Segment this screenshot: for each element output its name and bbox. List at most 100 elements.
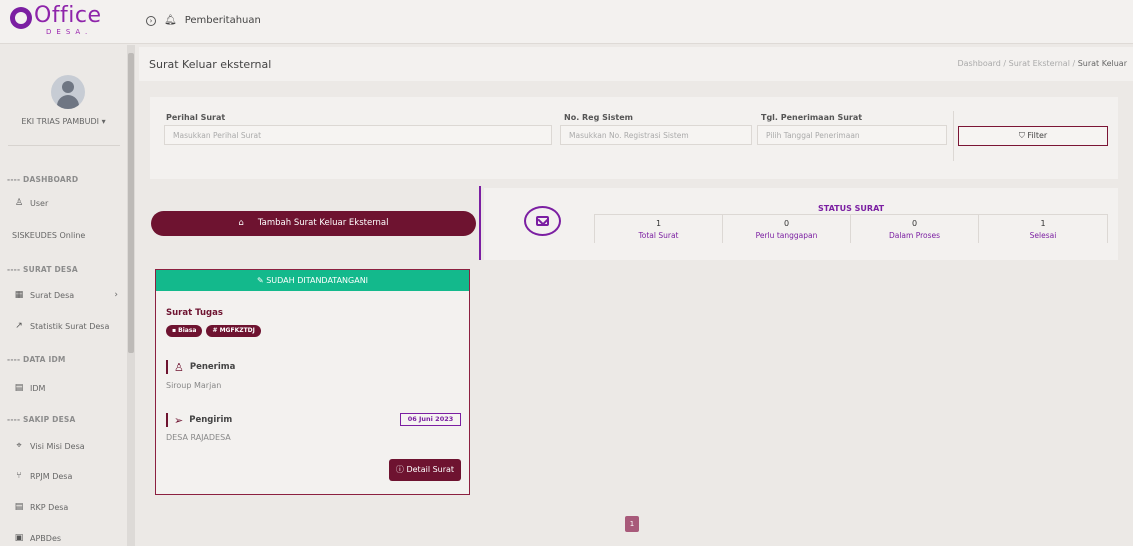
pengirim-value: DESA RAJADESA (166, 433, 231, 442)
perihal-input[interactable]: Masukkan Perihal Surat (164, 125, 552, 145)
breadcrumb-eksternal[interactable]: Surat Eksternal (1009, 59, 1070, 68)
user-icon: ♙ (14, 198, 24, 208)
logo-word: Office (34, 3, 102, 28)
filter-button[interactable]: ⛉ Filter (958, 126, 1108, 146)
branch-icon: ⑂ (16, 471, 22, 481)
logo-sub: DESA. (46, 28, 93, 36)
sidebar-section-data-idm: ---- DATA IDM (7, 355, 66, 364)
sidebar-item-label: APBDes (30, 533, 62, 543)
sidebar-item-label: Visi Misi Desa (30, 441, 85, 451)
sidebar-item-label: RKP Desa (30, 502, 69, 512)
status-count: 1 (655, 219, 662, 228)
add-surat-button[interactable]: ⌂ Tambah Surat Keluar Eksternal (151, 211, 476, 236)
vertical-divider (479, 186, 481, 260)
sidebar-item-label: RPJM Desa (30, 471, 73, 481)
tgl-input[interactable]: Pilih Tanggal Penerimaan (757, 125, 947, 145)
status-label: Total Surat (638, 231, 679, 240)
sidebar-item-siskeudes[interactable]: SISKEUDES Online (12, 231, 122, 240)
date-badge: 06 Juni 2023 (400, 413, 461, 426)
penerima-label: Penerima (189, 362, 236, 372)
status-count: 0 (911, 219, 918, 228)
crosshair-icon: ⌖ (16, 441, 22, 451)
document-icon: ▤ (14, 502, 24, 512)
status-total: 1 Total Surat (594, 215, 722, 243)
user-menu[interactable]: EKI TRIAS PAMBUDI ▾ (0, 117, 127, 126)
sidebar-item-label: IDM (30, 383, 46, 393)
circle-arrow-icon[interactable]: › (146, 15, 156, 26)
sidebar-item-apbdes[interactable]: ▣ APBDes (14, 533, 124, 543)
notifications-link[interactable]: Pemberitahuan (185, 15, 261, 26)
noreg-input[interactable]: Masukkan No. Registrasi Sistem (560, 125, 752, 145)
status-title: STATUS SURAT (818, 204, 885, 213)
pengirim-label: Pengirim (189, 415, 233, 425)
report-icon: ▣ (14, 533, 24, 543)
sidebar-item-idm[interactable]: ▤ IDM (14, 383, 124, 393)
add-surat-label: Tambah Surat Keluar Eksternal (257, 218, 389, 228)
inbox-icon: ⌂ (238, 218, 244, 228)
sidebar-section-dashboard: ---- DASHBOARD (7, 175, 79, 184)
trend-icon: ↗ (15, 321, 23, 331)
sidebar-item-statistik[interactable]: ↗ Statistik Surat Desa (14, 321, 124, 331)
send-icon: ➢ (174, 413, 184, 427)
detail-surat-button[interactable]: ⓘ Detail Surat (389, 459, 461, 481)
info-circle-icon: ⓘ (395, 465, 404, 474)
card-title: Surat Tugas (166, 308, 223, 318)
sidebar-item-rpjm[interactable]: ⑂ RPJM Desa (14, 471, 124, 481)
status-count: 0 (783, 219, 790, 228)
breadcrumb-current: Surat Keluar (1077, 59, 1127, 68)
page-header: Surat Keluar eksternal Dashboard / Surat… (139, 47, 1133, 81)
top-nav: › 🔔︎ Pemberitahuan (146, 15, 261, 26)
top-bar: Office DESA. › 🔔︎ Pemberitahuan (0, 0, 1133, 44)
detail-surat-label: Detail Surat (406, 465, 455, 474)
card-status-header: ✎ SUDAH DITANDATANGANI (156, 270, 469, 291)
perihal-label: Perihal Surat (166, 113, 226, 122)
sidebar-divider (8, 145, 120, 146)
status-count: 1 (1040, 219, 1046, 228)
noreg-label: No. Reg Sistem (564, 113, 633, 122)
sidebar-item-label: User (30, 198, 49, 208)
card-badges: ▪ Biasa # MGFKZTDJ (166, 325, 261, 337)
status-panel: STATUS SURAT 1 Total Surat 0 Perlu tangg… (484, 188, 1118, 260)
chevron-right-icon: › (114, 290, 118, 300)
status-proses: 0 Dalam Proses (850, 215, 978, 243)
sidebar-item-visi-misi[interactable]: ⌖ Visi Misi Desa (14, 441, 124, 451)
status-perlu: 0 Perlu tanggapan (722, 215, 850, 243)
avatar (51, 75, 85, 109)
sidebar: EKI TRIAS PAMBUDI ▾ ---- DASHBOARD ♙ Use… (0, 45, 127, 546)
user-search-icon: ♙ (174, 360, 184, 374)
sidebar-item-label: Statistik Surat Desa (30, 321, 110, 331)
filter-panel: Perihal Surat Masukkan Perihal Surat No.… (150, 97, 1118, 179)
card-status-label: SUDAH DITANDATANGANI (266, 276, 369, 285)
badge-type: ▪ Biasa (166, 325, 203, 337)
document-icon: ▤ (14, 383, 24, 393)
sidebar-item-label: Surat Desa (30, 290, 75, 300)
sidebar-item-rkp[interactable]: ▤ RKP Desa (14, 502, 124, 512)
status-selesai: 1 Selesai (978, 215, 1108, 243)
status-label: Dalam Proses (888, 231, 941, 240)
sidebar-item-surat-desa[interactable]: ▦ Surat Desa › (14, 290, 124, 300)
pengirim-heading: ➢ Pengirim (166, 413, 232, 427)
sidebar-scrollbar[interactable] (127, 45, 135, 546)
filter-button-label: Filter (1027, 131, 1048, 140)
logo-e-icon (10, 7, 32, 29)
tgl-label: Tgl. Penerimaan Surat (761, 113, 863, 122)
mail-icon (524, 206, 561, 236)
office-desa-logo[interactable]: Office DESA. (10, 3, 120, 39)
penerima-heading: ♙ Penerima (166, 360, 235, 374)
sidebar-item-user[interactable]: ♙ User (14, 198, 124, 208)
sidebar-section-sakip-desa: ---- SAKIP DESA (7, 415, 76, 424)
surat-card: ✎ SUDAH DITANDATANGANI Surat Tugas ▪ Bia… (155, 269, 470, 495)
status-label: Perlu tanggapan (755, 231, 818, 240)
sidebar-section-surat-desa: ---- SURAT DESA (7, 265, 78, 274)
breadcrumb: Dashboard / Surat Eksternal / Surat Kelu… (957, 59, 1127, 68)
calendar-icon: ▦ (14, 290, 24, 300)
edit-icon: ✎ (256, 276, 264, 285)
bell-icon[interactable]: 🔔︎ (164, 15, 177, 26)
filter-icon: ⛉ (1018, 131, 1025, 140)
penerima-value: Siroup Marjan (166, 381, 222, 390)
status-label: Selesai (1029, 231, 1057, 240)
sidebar-item-label: SISKEUDES Online (12, 231, 86, 240)
breadcrumb-dashboard[interactable]: Dashboard (957, 59, 1000, 68)
pagination-page-1[interactable]: 1 (625, 516, 639, 532)
page-title: Surat Keluar eksternal (149, 58, 272, 71)
